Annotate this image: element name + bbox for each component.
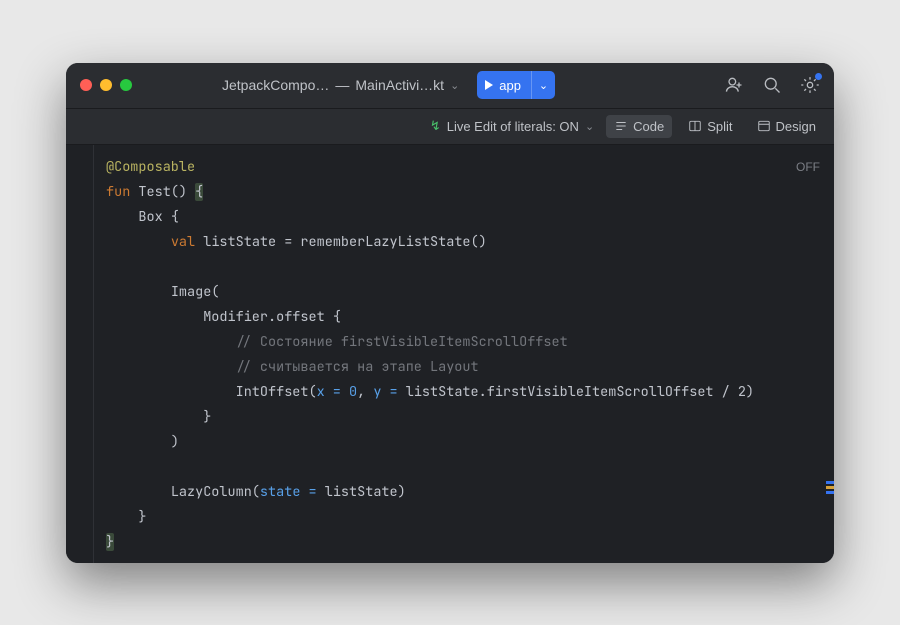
code-token: fun [106, 183, 130, 201]
minimize-window-button[interactable] [100, 79, 112, 91]
editor-gutter [66, 145, 94, 563]
code-token: Modifier.offset [203, 308, 333, 326]
code-token: } [138, 508, 146, 526]
code-content[interactable]: OFF @Composable fun Test() { Box { val li… [94, 145, 834, 563]
code-token: val [171, 233, 195, 251]
minimap-marker [826, 486, 834, 489]
live-edit-label: Live Edit of literals: ON [447, 119, 579, 134]
view-code-label: Code [633, 119, 664, 134]
titlebar-actions [724, 75, 820, 95]
code-token: , [357, 383, 373, 401]
view-code-button[interactable]: Code [606, 115, 672, 138]
code-token: x = [317, 383, 349, 401]
add-user-button[interactable] [724, 75, 744, 95]
window-controls [80, 79, 132, 91]
titlebar: JetpackCompo… — MainActivi…kt ⌄ app ⌄ [66, 63, 834, 109]
live-edit-icon: ↯ [430, 118, 441, 134]
code-token: Test() [130, 183, 195, 201]
code-token: listState = rememberLazyListState() [195, 233, 487, 251]
run-config-dropdown[interactable]: ⌄ [531, 71, 555, 99]
editor-toolbar: ↯ Live Edit of literals: ON ⌄ Code Split… [66, 109, 834, 145]
code-token: } [106, 533, 114, 551]
code-token: LazyColumn( [171, 483, 260, 501]
minimap-marker [826, 481, 834, 484]
title-sep: — [335, 77, 349, 93]
code-token: { [333, 308, 341, 326]
code-token: IntOffset( [236, 383, 317, 401]
settings-badge-icon [815, 73, 822, 80]
chevron-down-icon: ⌄ [539, 79, 548, 92]
project-name: JetpackCompo… [222, 77, 329, 93]
code-token: Box [138, 208, 170, 226]
code-token: y = [373, 383, 405, 401]
chevron-down-icon: ⌄ [585, 120, 594, 133]
window-title[interactable]: JetpackCompo… — MainActivi…kt ⌄ [222, 77, 459, 93]
code-token: Image( [171, 283, 220, 301]
view-split-button[interactable]: Split [680, 115, 740, 138]
code-token: // считывается на этапе Layout [236, 358, 479, 376]
code-token: listState) [325, 483, 406, 501]
code-token: { [195, 183, 203, 201]
ide-window: JetpackCompo… — MainActivi…kt ⌄ app ⌄ [66, 63, 834, 563]
run-button[interactable]: app [477, 71, 531, 99]
code-token: listState.firstVisibleItemScrollOffset /… [406, 383, 754, 401]
maximize-window-button[interactable] [120, 79, 132, 91]
settings-button[interactable] [800, 75, 820, 95]
close-window-button[interactable] [80, 79, 92, 91]
chevron-down-icon: ⌄ [450, 79, 459, 92]
run-config-group: app ⌄ [477, 71, 555, 99]
code-token: ) [171, 433, 179, 451]
live-edit-toggle[interactable]: ↯ Live Edit of literals: ON ⌄ [430, 118, 594, 134]
play-icon [485, 80, 493, 90]
code-editor[interactable]: OFF @Composable fun Test() { Box { val li… [66, 145, 834, 563]
code-token: { [171, 208, 179, 226]
file-name: MainActivi…kt [355, 77, 444, 93]
code-token: // Состояние firstVisibleItemScrollOffse… [236, 333, 568, 351]
code-token: 0 [349, 383, 357, 401]
run-config-label: app [499, 78, 521, 93]
code-token: } [203, 408, 211, 426]
search-button[interactable] [762, 75, 782, 95]
code-token: state = [260, 483, 325, 501]
view-split-label: Split [707, 119, 732, 134]
code-token: @Composable [106, 158, 195, 176]
view-design-label: Design [776, 119, 816, 134]
minimap-marker [826, 491, 834, 494]
view-design-button[interactable]: Design [749, 115, 824, 138]
inspections-off-label[interactable]: OFF [796, 155, 820, 180]
